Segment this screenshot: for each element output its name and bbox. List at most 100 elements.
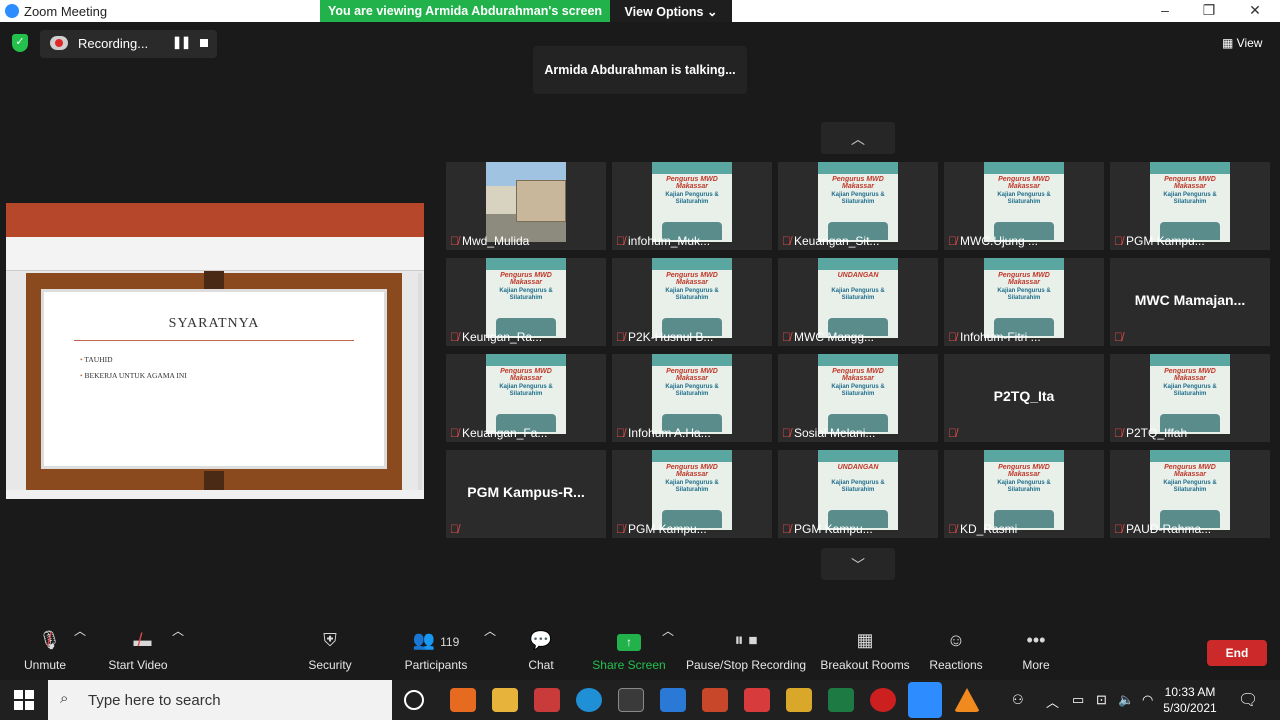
participant-tile[interactable]: Pengurus MWD Makassar Kajian Pengurus & S…: [1110, 162, 1270, 250]
battery-icon[interactable]: ▭: [1072, 692, 1084, 708]
network-icon[interactable]: ⊡: [1096, 692, 1107, 708]
participant-tile[interactable]: UNDANGAN Kajian Pengurus & Silaturahim 🎙̸ M…: [778, 258, 938, 346]
participant-video: Pengurus MWD Makassar Kajian Pengurus & S…: [1150, 162, 1230, 242]
participant-video: [486, 162, 566, 242]
tray-chevron-icon[interactable]: ︿: [1046, 692, 1059, 711]
participant-tile[interactable]: PGM Kampus-R... 🎙̸: [446, 450, 606, 538]
participants-button[interactable]: 👥 119 Participants: [400, 622, 472, 680]
participant-tile[interactable]: Pengurus MWD Makassar Kajian Pengurus & S…: [778, 354, 938, 442]
gallery-page-up-button[interactable]: ︿: [821, 122, 895, 154]
share-screen-icon: ↑: [592, 622, 666, 652]
share-screen-button[interactable]: ↑ Share Screen: [592, 622, 666, 680]
audio-options-chevron-icon[interactable]: ︿: [74, 622, 86, 680]
participant-name: Keuangan_Sit...: [794, 234, 880, 248]
media-player-icon[interactable]: [786, 688, 812, 712]
task-view-icon[interactable]: [404, 690, 424, 710]
video-options-chevron-icon[interactable]: ︿: [172, 622, 184, 680]
more-dots-icon: •••: [1026, 630, 1046, 650]
mail-icon[interactable]: [660, 688, 686, 712]
participants-chevron-icon[interactable]: ︿: [484, 622, 496, 680]
participant-name: PGM Kampu...: [794, 522, 873, 536]
clock-time: 10:33 AM: [1164, 685, 1216, 699]
edge-icon[interactable]: [576, 688, 602, 712]
volume-icon[interactable]: 🔈: [1118, 692, 1134, 708]
gift-app-icon[interactable]: [534, 688, 560, 712]
participant-tile[interactable]: 🎙̸ Mwd_Mulida: [446, 162, 606, 250]
participant-name: Infohum A.Ha...: [628, 426, 711, 440]
muted-mic-icon: 🎙̸: [450, 426, 459, 440]
breakout-rooms-button[interactable]: ▦ Breakout Rooms: [820, 622, 910, 680]
view-button[interactable]: ▦ View: [1222, 36, 1262, 50]
end-meeting-button[interactable]: End: [1207, 640, 1267, 666]
share-options-chevron-icon[interactable]: ︿: [662, 622, 674, 680]
muted-mic-icon: 🎙̸: [616, 234, 625, 248]
participant-name-label: 🎙̸ P2TQ_Iffah: [1114, 426, 1264, 440]
participant-tile[interactable]: UNDANGAN Kajian Pengurus & Silaturahim 🎙̸ P…: [778, 450, 938, 538]
notification-icon[interactable]: 🗨: [1238, 690, 1258, 710]
view-options-button[interactable]: View Options ⌄: [610, 0, 732, 22]
muted-mic-icon: 🎙̸: [1114, 330, 1123, 344]
participant-name: Infohum-Fitri ...: [960, 330, 1041, 344]
store-icon[interactable]: [618, 688, 644, 712]
participant-tile[interactable]: Pengurus MWD Makassar Kajian Pengurus & S…: [612, 450, 772, 538]
participants-icon: 👥 119: [412, 630, 460, 650]
taskbar-search-input[interactable]: ⌕ Type here to search: [48, 680, 392, 720]
clock-date: 5/30/2021: [1163, 701, 1217, 715]
participant-name: KD_Rasmi: [960, 522, 1018, 536]
meeting-toolbar: 🎙/ Unmute ︿ ▬/ Start Video ︿ ⛨ Security …: [0, 622, 1280, 680]
participant-name-label: 🎙̸ Mwd_Mulida: [450, 234, 600, 248]
participant-video: Pengurus MWD Makassar Kajian Pengurus & S…: [486, 258, 566, 338]
participant-tile[interactable]: Pengurus MWD Makassar Kajian Pengurus & S…: [1110, 450, 1270, 538]
shared-screen[interactable]: SYARATNYA TAUHID BEKERJA UNTUK AGAMA INI: [6, 203, 424, 499]
close-button[interactable]: ✕: [1232, 2, 1278, 19]
pdf-app-icon[interactable]: [744, 688, 770, 712]
participant-name-label: 🎙̸ Keungan_Ra...: [450, 330, 600, 344]
powerpoint-icon[interactable]: [702, 688, 728, 712]
zoom-taskbar-icon[interactable]: [908, 682, 942, 718]
more-button[interactable]: ••• More: [1014, 622, 1058, 680]
security-button[interactable]: ⛨ Security: [300, 622, 360, 680]
participant-tile[interactable]: Pengurus MWD Makassar Kajian Pengurus & S…: [778, 162, 938, 250]
participant-video: UNDANGAN Kajian Pengurus & Silaturahim: [818, 450, 898, 530]
participant-tile[interactable]: Pengurus MWD Makassar Kajian Pengurus & S…: [944, 162, 1104, 250]
participant-tile[interactable]: Pengurus MWD Makassar Kajian Pengurus & S…: [944, 450, 1104, 538]
minimize-button[interactable]: –: [1142, 2, 1188, 18]
windows-start-icon[interactable]: [14, 690, 34, 710]
maximize-button[interactable]: ❐: [1186, 2, 1232, 19]
participant-name-label: 🎙̸ Infohum-Fitri ...: [948, 330, 1098, 344]
shield-icon: ⛨: [323, 630, 337, 650]
unmute-button[interactable]: 🎙/ Unmute: [14, 622, 76, 680]
taskbar-clock[interactable]: 10:33 AM 5/30/2021: [1160, 684, 1220, 716]
participant-name: infohum_Muk...: [628, 234, 711, 248]
security-shield-icon[interactable]: ✓: [12, 34, 28, 52]
participant-tile[interactable]: P2TQ_Ita 🎙̸: [944, 354, 1104, 442]
muted-mic-icon: 🎙̸: [782, 426, 791, 440]
chat-button[interactable]: 💬 Chat: [516, 622, 566, 680]
participant-tile[interactable]: Pengurus MWD Makassar Kajian Pengurus & S…: [612, 258, 772, 346]
wifi-icon[interactable]: ◠: [1142, 692, 1153, 708]
excel-icon[interactable]: [828, 688, 854, 712]
gallery-page-down-button[interactable]: ﹀: [821, 548, 895, 580]
stop-recording-icon[interactable]: [200, 39, 208, 47]
participants-count: 119: [440, 635, 460, 649]
muted-mic-icon: 🎙̸: [616, 330, 625, 344]
participant-tile[interactable]: Pengurus MWD Makassar Kajian Pengurus & S…: [1110, 354, 1270, 442]
opera-icon[interactable]: [870, 688, 896, 712]
pause-stop-recording-button[interactable]: ⏸ ⏹ Pause/Stop Recording: [686, 622, 806, 680]
participant-tile[interactable]: Pengurus MWD Makassar Kajian Pengurus & S…: [446, 354, 606, 442]
participant-tile[interactable]: Pengurus MWD Makassar Kajian Pengurus & S…: [612, 354, 772, 442]
people-icon[interactable]: ⚇: [1012, 692, 1024, 708]
participant-tile[interactable]: Pengurus MWD Makassar Kajian Pengurus & S…: [944, 258, 1104, 346]
file-explorer-icon[interactable]: [492, 688, 518, 712]
firefox-icon[interactable]: [450, 688, 476, 712]
participant-video: Pengurus MWD Makassar Kajian Pengurus & S…: [652, 258, 732, 338]
participant-tile[interactable]: MWC Mamajan... 🎙̸: [1110, 258, 1270, 346]
vlc-icon[interactable]: [954, 688, 980, 712]
viewing-text: You are viewing Armida Abdurahman's scre…: [327, 4, 603, 18]
slide-bullet: BEKERJA UNTUK AGAMA INI: [80, 368, 187, 384]
start-video-button[interactable]: ▬/ Start Video: [100, 622, 176, 680]
participant-tile[interactable]: Pengurus MWD Makassar Kajian Pengurus & S…: [612, 162, 772, 250]
reactions-button[interactable]: ☺ Reactions: [926, 622, 986, 680]
participant-tile[interactable]: Pengurus MWD Makassar Kajian Pengurus & S…: [446, 258, 606, 346]
pause-recording-icon[interactable]: ❚❚: [172, 35, 191, 49]
